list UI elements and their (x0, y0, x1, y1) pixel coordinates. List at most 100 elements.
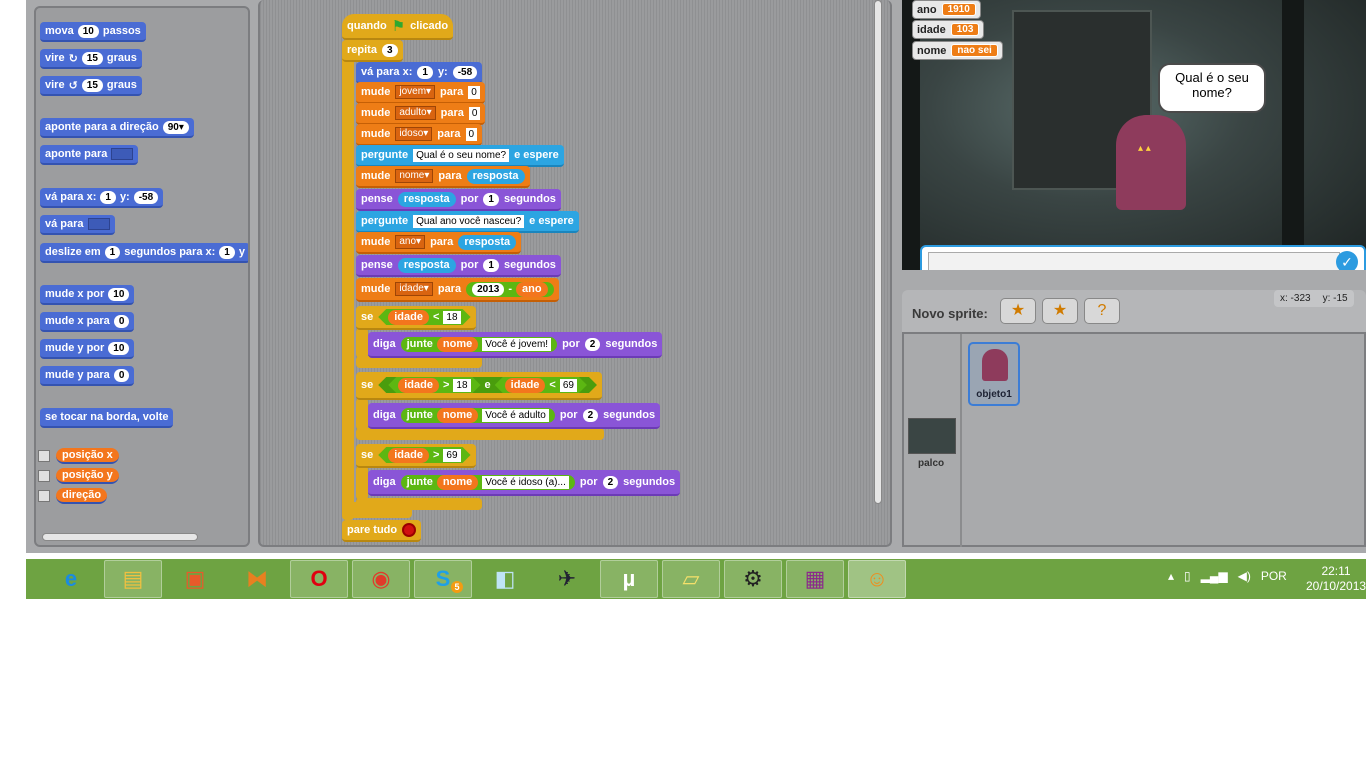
idade-variable-reporter[interactable]: idade (398, 378, 439, 393)
block-input[interactable]: 10 (108, 287, 130, 301)
ask-year-block[interactable]: pergunte Qual ano você nasceu? e espere (356, 211, 579, 233)
block-input[interactable]: 18 (443, 311, 460, 324)
block-input[interactable]: 10 (108, 341, 130, 355)
if-block-3[interactable]: se idade > 69 (356, 444, 476, 468)
greater-than-operator[interactable]: idade > 69 (378, 447, 470, 463)
block-input[interactable]: 15 (81, 51, 103, 65)
palette-bounce-block[interactable]: se tocar na borda, volte (40, 408, 174, 428)
paint-icon[interactable]: ▣ (166, 560, 224, 598)
block-input[interactable]: 0 (465, 127, 478, 141)
battery-icon[interactable]: ▯ (1184, 569, 1191, 583)
palette-x-position-reporter[interactable]: posição x (56, 448, 119, 464)
think-block-1[interactable]: pense resposta por 1 segundos (356, 189, 561, 211)
less-than-operator[interactable]: idade < 18 (378, 309, 470, 325)
utorrent-icon[interactable]: µ (600, 560, 658, 598)
goto-xy-block[interactable]: vá para x: 1 y: -58 (356, 62, 483, 84)
answer-reporter[interactable]: resposta (466, 168, 525, 184)
ghost-sprite[interactable]: ▴ ▴ (1116, 115, 1186, 210)
scratch-icon[interactable]: ☺ (848, 560, 906, 598)
variable-dropdown[interactable]: idoso▾ (395, 127, 433, 141)
set-nome-block[interactable]: mude nome▾ para resposta (356, 166, 530, 188)
variable-dropdown[interactable]: adulto▾ (395, 106, 436, 120)
internet-explorer-icon[interactable]: e (42, 560, 100, 598)
answer-input[interactable] (928, 252, 1340, 270)
ano-variable-reporter[interactable]: ano (516, 281, 548, 297)
chrome-icon[interactable]: ◉ (352, 560, 410, 598)
block-input[interactable]: 3 (381, 43, 398, 57)
ask-name-block[interactable]: pergunte Qual é o seu nome? e espere (356, 145, 564, 167)
set-ano-block[interactable]: mude ano▾ para resposta (356, 232, 522, 254)
idade-variable-reporter[interactable]: idade (388, 310, 429, 325)
block-input[interactable]: 69 (560, 379, 577, 392)
greater-than-operator[interactable]: idade > 18 (388, 377, 480, 393)
sticky-notes-icon[interactable]: ▱ (662, 560, 720, 598)
variable-dropdown[interactable]: jovem▾ (395, 85, 436, 99)
sprite-thumbnail[interactable]: objeto1 (968, 342, 1020, 406)
show-hidden-icons-icon[interactable]: ▴ (1168, 569, 1174, 583)
block-input[interactable]: Você é adulto (482, 408, 549, 422)
palette-set-y-block[interactable]: mude y para 0 (40, 366, 135, 386)
block-input[interactable]: 2 (584, 337, 601, 351)
variable-dropdown[interactable]: idade▾ (395, 282, 433, 296)
palette-goto-xy-block[interactable]: vá para x: 1 y: -58 (40, 188, 164, 208)
join-operator[interactable]: junte nome Você é idoso (a)... (400, 474, 575, 490)
palette-glide-block[interactable]: deslize em 1 segundos para x: 1 y (40, 243, 248, 263)
palette-goto-block[interactable]: vá para (40, 215, 115, 235)
block-input[interactable]: Você é idoso (a)... (482, 475, 569, 489)
random-sprite-icon[interactable]: ? (1084, 298, 1120, 324)
block-input[interactable]: Qual é o seu nome? (413, 148, 510, 162)
block-input[interactable]: 18 (453, 379, 470, 392)
flight-app-icon[interactable]: ✈ (538, 560, 596, 598)
join-operator[interactable]: junte nome Você é jovem! (400, 336, 558, 352)
think-block-2[interactable]: pense resposta por 1 segundos (356, 255, 561, 277)
palette-turn-right-block[interactable]: vire ↻ 15 graus (40, 49, 142, 69)
block-input[interactable]: 1 (483, 192, 499, 206)
block-input[interactable]: 0 (113, 368, 130, 382)
palette-point-direction-block[interactable]: aponte para a direção 90▾ (40, 118, 194, 138)
say-block-2[interactable]: diga junte nome Você é adulto por 2 segu… (368, 403, 661, 429)
winrar-icon[interactable]: ▦ (786, 560, 844, 598)
palette-set-x-block[interactable]: mude x para 0 (40, 312, 135, 332)
block-input[interactable]: 2013 (472, 282, 505, 296)
block-input[interactable]: 1 (483, 258, 499, 272)
block-dropdown[interactable] (111, 148, 134, 160)
repeat-block[interactable]: repita 3 (342, 40, 403, 62)
set-adulto-block[interactable]: mude adulto▾ para 0 (356, 103, 486, 125)
palette-horizontal-scrollbar[interactable] (42, 533, 198, 541)
if-block-1[interactable]: se idade < 18 (356, 306, 476, 330)
signal-icon[interactable]: ▂▄▆ (1201, 569, 1228, 583)
block-input[interactable]: 0 (468, 85, 480, 99)
palette-change-y-block[interactable]: mude y por 10 (40, 339, 135, 359)
block-input[interactable]: 1 (219, 245, 235, 259)
block-input[interactable]: Qual ano você nasceu? (413, 214, 525, 228)
nome-variable-reporter[interactable]: nome (436, 474, 479, 490)
script-area[interactable]: quando ⚑ clicado repita 3 vá para x: 1 y… (258, 0, 892, 547)
answer-reporter[interactable]: resposta (397, 257, 456, 273)
block-dropdown[interactable] (87, 218, 110, 230)
answer-reporter[interactable]: resposta (397, 191, 456, 207)
block-input[interactable]: 0 (468, 106, 481, 120)
stop-all-block[interactable]: pare tudo (342, 520, 422, 542)
nome-variable-reporter[interactable]: nome (436, 336, 479, 352)
media-app-icon[interactable]: ⧓ (228, 560, 286, 598)
stage-thumbnail[interactable] (908, 418, 956, 454)
checkbox-direction[interactable] (38, 490, 50, 502)
set-idoso-block[interactable]: mude idoso▾ para 0 (356, 124, 483, 146)
if-block-2[interactable]: se idade > 18 e idade < 69 (356, 372, 602, 400)
palette-direction-reporter[interactable]: direção (56, 488, 108, 504)
checkmark-icon[interactable]: ✓ (1336, 251, 1358, 270)
palette-move-block[interactable]: mova 10 passos (40, 22, 146, 42)
block-input[interactable]: -58 (452, 65, 478, 79)
say-block-1[interactable]: diga junte nome Você é jovem! por 2 segu… (368, 332, 663, 358)
block-input[interactable]: 1 (104, 245, 121, 259)
checkbox-y-position[interactable] (38, 470, 50, 482)
idade-variable-reporter[interactable]: idade (388, 448, 429, 463)
block-input[interactable]: 1 (417, 65, 433, 79)
block-input[interactable]: 10 (77, 24, 99, 38)
set-idade-block[interactable]: mude idade▾ para 2013 - ano (356, 278, 559, 302)
and-operator[interactable]: idade > 18 e idade < 69 (378, 377, 597, 393)
block-input[interactable]: Você é jovem! (482, 337, 552, 351)
checkbox-x-position[interactable] (38, 450, 50, 462)
skype-icon[interactable]: S 5 (414, 560, 472, 598)
less-than-operator[interactable]: idade < 69 (495, 377, 587, 393)
